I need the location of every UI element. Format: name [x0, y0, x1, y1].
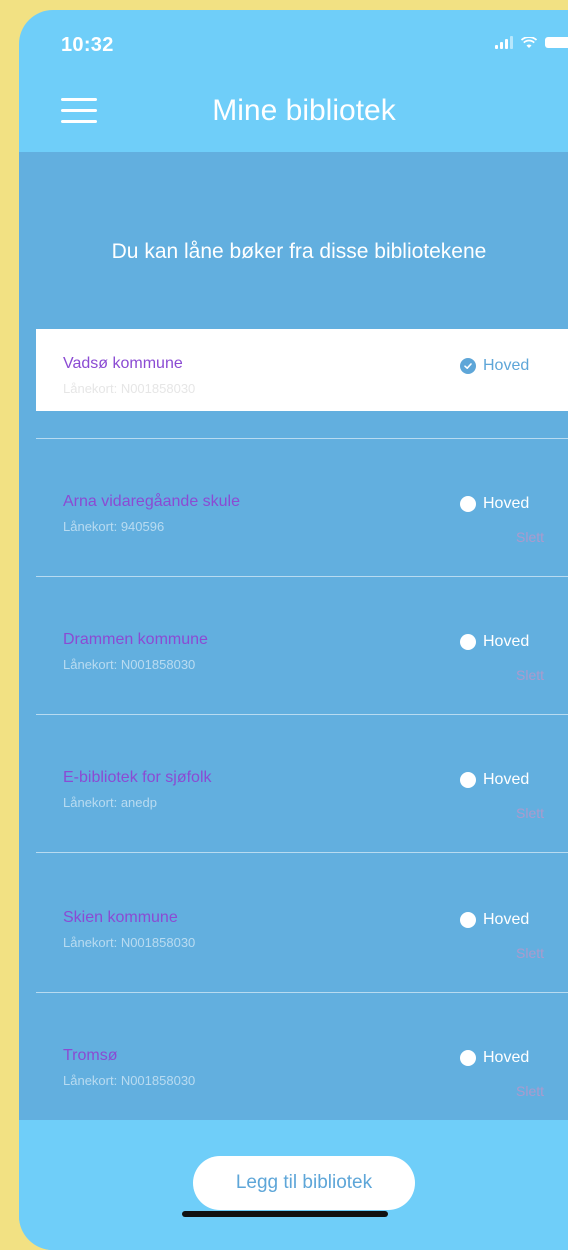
library-card-number: Lånekort: N001858030: [63, 935, 196, 950]
row-divider: [36, 992, 568, 993]
main-library-label: Hoved: [483, 771, 530, 788]
signal-icon: [495, 36, 513, 49]
radio-unchecked-icon: [460, 1050, 476, 1066]
page-title: Mine bibliotek: [212, 94, 396, 127]
library-row[interactable]: Skien kommune Lånekort: N001858030 Hoved Sl…: [36, 883, 568, 993]
library-row[interactable]: Arna vidaregåande skule Lånekort: 940596 H…: [36, 467, 568, 577]
delete-library-button[interactable]: Slett: [516, 529, 544, 545]
library-row[interactable]: E-bibliotek for sjøfolk Lånekort: anedp Ho…: [36, 743, 568, 853]
library-name: Skien kommune: [63, 909, 178, 926]
wifi-icon: [521, 36, 537, 48]
library-name: Drammen kommune: [63, 631, 208, 648]
library-name: E-bibliotek for sjøfolk: [63, 769, 212, 786]
bottom-bar: Legg til bibliotek: [19, 1120, 568, 1250]
main-library-radio[interactable]: Hoved: [460, 633, 529, 651]
main-library-radio[interactable]: Hoved: [460, 771, 529, 789]
battery-icon: [545, 37, 568, 48]
radio-unchecked-icon: [460, 634, 476, 650]
library-card-number: Lånekort: anedp: [63, 795, 157, 810]
status-icons: [495, 36, 568, 49]
main-library-label: Hoved: [483, 633, 530, 650]
main-library-radio[interactable]: Hoved: [460, 1049, 529, 1067]
row-divider: [36, 438, 568, 439]
delete-library-button[interactable]: Slett: [516, 945, 544, 961]
main-library-radio[interactable]: Hoved: [460, 911, 529, 929]
status-time: 10:32: [61, 34, 114, 56]
add-library-button[interactable]: Legg til bibliotek: [193, 1156, 415, 1210]
delete-library-button[interactable]: Slett: [516, 667, 544, 683]
row-divider: [36, 576, 568, 577]
radio-checked-icon: [460, 358, 476, 374]
library-row[interactable]: Vadsø kommune Lånekort: N001858030 Hoved: [36, 329, 568, 439]
library-card-number: Lånekort: N001858030: [63, 657, 196, 672]
home-indicator[interactable]: [182, 1211, 388, 1217]
delete-library-button[interactable]: Slett: [516, 805, 544, 821]
row-divider: [36, 714, 568, 715]
main-library-radio[interactable]: Hoved: [460, 357, 529, 375]
delete-library-button[interactable]: Slett: [516, 1083, 544, 1099]
phone-screen: 10:32 Mine bibliotek Du kan låne bøker f…: [19, 10, 568, 1250]
radio-unchecked-icon: [460, 772, 476, 788]
radio-unchecked-icon: [460, 496, 476, 512]
main-library-label: Hoved: [483, 911, 530, 928]
library-name: Arna vidaregåande skule: [63, 493, 241, 510]
library-name: Vadsø kommune: [63, 355, 183, 372]
header: Mine bibliotek: [19, 80, 568, 152]
library-row[interactable]: Tromsø Lånekort: N001858030 Hoved Slett: [36, 1021, 568, 1103]
main-library-label: Hoved: [483, 357, 530, 374]
library-row[interactable]: Drammen kommune Lånekort: N001858030 Hoved…: [36, 605, 568, 715]
library-card-number: Lånekort: 940596: [63, 519, 165, 534]
status-bar: 10:32: [19, 10, 568, 80]
main-library-radio[interactable]: Hoved: [460, 495, 529, 513]
main-library-label: Hoved: [483, 495, 530, 512]
main-library-label: Hoved: [483, 1049, 530, 1066]
radio-unchecked-icon: [460, 912, 476, 928]
library-name: Tromsø: [63, 1047, 118, 1064]
menu-icon[interactable]: [61, 96, 97, 124]
library-card-number: Lånekort: N001858030: [63, 381, 196, 396]
row-divider: [36, 852, 568, 853]
library-card-number: Lånekort: N001858030: [63, 1073, 196, 1088]
intro-text: Du kan låne bøker fra disse bibliotekene: [111, 240, 487, 263]
library-list-area: Du kan låne bøker fra disse bibliotekene…: [19, 152, 568, 1120]
